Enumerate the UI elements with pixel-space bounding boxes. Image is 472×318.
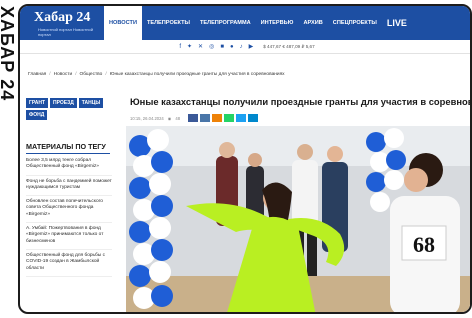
share-vk-icon[interactable] bbox=[200, 114, 211, 122]
sidebar-item[interactable]: Фонд не борьба с пандемией поможет нужда… bbox=[26, 179, 112, 197]
breadcrumb-society[interactable]: Общество bbox=[80, 72, 103, 77]
breadcrumb-home[interactable]: Главная bbox=[28, 72, 46, 77]
breadcrumb-separator: / bbox=[49, 72, 51, 77]
eye-icon: ◉ bbox=[167, 115, 172, 121]
nav-item-live[interactable]: LIVE bbox=[382, 6, 412, 40]
currency-rates: $ 447,67 € 487,09 ₽ 5,67 bbox=[263, 43, 315, 49]
main-nav: НОВОСТИ ТЕЛЕПРОЕКТЫ ТЕЛЕПРОГРАММА ИНТЕРВ… bbox=[104, 6, 412, 40]
share-buttons bbox=[188, 114, 259, 122]
sidebar-item[interactable]: А. Умбай: Пожертвования в фонд «Birgemiz… bbox=[26, 226, 112, 250]
breadcrumb-current: Юные казахстанцы получили проездные гран… bbox=[109, 72, 285, 77]
sidebar-divider bbox=[26, 153, 110, 154]
tag-chip[interactable]: ФОНД bbox=[26, 110, 48, 120]
share-telegram-icon[interactable] bbox=[248, 114, 259, 122]
edge-brand-strip: ХАБАР 24 bbox=[0, 0, 18, 318]
youtube-icon[interactable]: ▶ bbox=[249, 43, 254, 50]
edge-brand-text: ХАБАР 24 bbox=[0, 6, 17, 102]
nav-item-news[interactable]: НОВОСТИ bbox=[104, 6, 142, 40]
facebook-icon[interactable]: f bbox=[179, 44, 181, 50]
ok-icon[interactable]: ■ bbox=[220, 44, 224, 50]
nav-item-tv-program[interactable]: ТЕЛЕПРОГРАММА bbox=[195, 6, 256, 40]
share-ok-icon[interactable] bbox=[212, 114, 223, 122]
logo-subtitle: Новостной портал Новостной портал bbox=[38, 27, 93, 37]
sidebar-item[interactable]: Общественный фонд для борьбы с COVID-19 … bbox=[26, 253, 112, 277]
sidebar-list: Более 3,5 млрд тенге собрал Общественный… bbox=[26, 158, 112, 280]
share-twitter-icon[interactable] bbox=[236, 114, 247, 122]
site-header: Хабар 24 Новостной портал Новостной порт… bbox=[20, 6, 470, 40]
breadcrumb-separator: / bbox=[75, 72, 77, 77]
article-views: 48 bbox=[175, 115, 181, 121]
article-date: 10:15, 26.04.2024 bbox=[130, 115, 164, 121]
site-logo[interactable]: Хабар 24 bbox=[34, 10, 90, 26]
breadcrumb-news[interactable]: Новости bbox=[54, 72, 73, 77]
sidebar-item[interactable]: Обновлен состав попечительского совета О… bbox=[26, 199, 112, 224]
breadcrumb: Главная / Новости / Общество / Юные каза… bbox=[28, 72, 285, 77]
article-meta: 10:15, 26.04.2024 ◉ 48 bbox=[130, 114, 259, 122]
browser-frame: Хабар 24 Новостной портал Новостной порт… bbox=[18, 4, 472, 314]
nav-item-interviews[interactable]: ИНТЕРВЬЮ bbox=[256, 6, 299, 40]
telegram-icon[interactable]: ● bbox=[230, 44, 234, 50]
tiktok-icon[interactable]: ♪ bbox=[240, 44, 243, 50]
tag-chip[interactable]: ГРАНТ bbox=[26, 98, 49, 108]
nav-item-teleprojects[interactable]: ТЕЛЕПРОЕКТЫ bbox=[142, 6, 195, 40]
article-headline: Юные казахстанцы получили проездные гран… bbox=[130, 96, 472, 107]
tag-list: ГРАНТ ПРОЕЗД ТАНЦЫ ФОНД bbox=[26, 98, 108, 120]
instagram-icon[interactable]: ◎ bbox=[209, 43, 214, 50]
share-whatsapp-icon[interactable] bbox=[224, 114, 235, 122]
sidebar-title: МАТЕРИАЛЫ ПО ТЕГУ bbox=[26, 142, 106, 151]
article-photo: 68 bbox=[126, 126, 470, 312]
tag-chip[interactable]: ПРОЕЗД bbox=[50, 98, 77, 108]
nav-item-special-projects[interactable]: СПЕЦПРОЕКТЫ bbox=[328, 6, 382, 40]
social-row: f ✦ ✕ ◎ ■ ● ♪ ▶ $ 447,67 € 487,09 ₽ 5,67 bbox=[20, 40, 470, 54]
tag-chip[interactable]: ТАНЦЫ bbox=[78, 98, 104, 108]
nav-item-archive[interactable]: АРХИВ bbox=[298, 6, 327, 40]
breadcrumb-separator: / bbox=[105, 72, 107, 77]
competitor-number: 68 bbox=[413, 232, 435, 257]
vk-icon[interactable]: ✕ bbox=[198, 43, 203, 50]
article-photo-illustration: 68 bbox=[126, 126, 470, 312]
sidebar-item[interactable]: Более 3,5 млрд тенге собрал Общественный… bbox=[26, 158, 112, 176]
share-facebook-icon[interactable] bbox=[188, 114, 199, 122]
twitter-icon[interactable]: ✦ bbox=[187, 43, 192, 50]
